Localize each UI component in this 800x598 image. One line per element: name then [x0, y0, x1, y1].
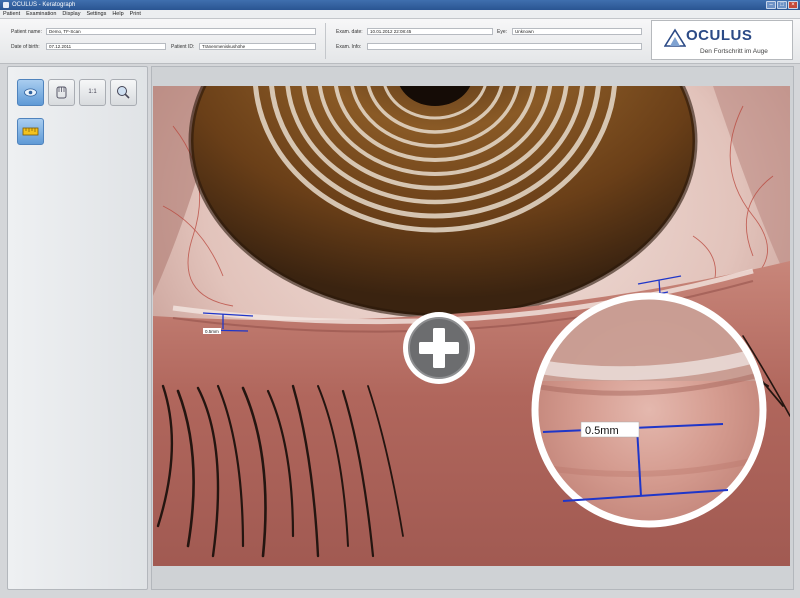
app-icon: [3, 2, 9, 8]
patient-id-label: Patient ID:: [171, 44, 195, 50]
measurement-left-label: 0.5mm: [205, 329, 219, 334]
menu-help[interactable]: Help: [112, 10, 123, 18]
eye-image: 0.5mm 0.5mm 0.5mm: [153, 86, 790, 566]
patient-id-field[interactable]: Tränenmeniskushöhe: [199, 43, 316, 50]
logo-tagline: Den Fortschritt im Auge: [700, 48, 768, 55]
close-icon[interactable]: ×: [788, 1, 798, 9]
eye-view-button[interactable]: [17, 79, 44, 106]
menu-display[interactable]: Display: [62, 10, 80, 18]
tool-panel: 1:1: [7, 66, 148, 590]
exam-date-label: Exam. date:: [336, 29, 363, 35]
exam-info-label: Exam. Info:: [336, 44, 362, 50]
measure-tool-button[interactable]: [17, 118, 44, 145]
ruler-icon: [22, 127, 39, 136]
exam-date-field[interactable]: 10.01.2012 22:08:45: [367, 28, 493, 35]
menu-settings[interactable]: Settings: [86, 10, 106, 18]
magnified-measurement-label: 0.5mm: [585, 425, 619, 437]
hand-icon: [56, 86, 67, 99]
oculus-logo-mark-icon: [664, 28, 686, 47]
maximize-icon[interactable]: □: [777, 1, 787, 9]
patient-name-field[interactable]: Demo, TF-Scan: [46, 28, 316, 35]
zoom-1-1-label: 1:1: [88, 89, 97, 95]
patient-name-label: Patient name:: [11, 29, 42, 35]
menu-patient[interactable]: Patient: [3, 10, 20, 18]
window-title: OCULUS - Keratograph: [12, 2, 76, 8]
eye-image-viewer[interactable]: 0.5mm 0.5mm 0.5mm: [153, 86, 790, 566]
dob-field[interactable]: 07.12.2011: [46, 43, 166, 50]
eye-field[interactable]: Unknown: [512, 28, 642, 35]
menu-bar: Patient Examination Display Settings Hel…: [0, 10, 800, 19]
oculus-logo: OCULUS Den Fortschritt im Auge: [651, 20, 793, 60]
fit-view-button[interactable]: [48, 79, 75, 106]
zoom-1-1-button[interactable]: 1:1: [79, 79, 106, 106]
menu-examination[interactable]: Examination: [26, 10, 56, 18]
window-controls: – □ ×: [766, 1, 798, 9]
eye-label: Eye:: [497, 29, 508, 35]
title-bar: OCULUS - Keratograph – □ ×: [0, 0, 800, 10]
menu-print[interactable]: Print: [130, 10, 141, 18]
minimize-icon[interactable]: –: [766, 1, 776, 9]
logo-brand: OCULUS: [686, 27, 753, 44]
magnifier-icon: [117, 86, 130, 99]
exam-info-field[interactable]: [367, 43, 642, 50]
header-divider: [325, 23, 326, 59]
dob-label: Date of birth:: [11, 44, 40, 50]
magnifier-button[interactable]: [110, 79, 137, 106]
zoom-plus-icon[interactable]: [403, 312, 475, 384]
eye-icon: [24, 88, 37, 97]
